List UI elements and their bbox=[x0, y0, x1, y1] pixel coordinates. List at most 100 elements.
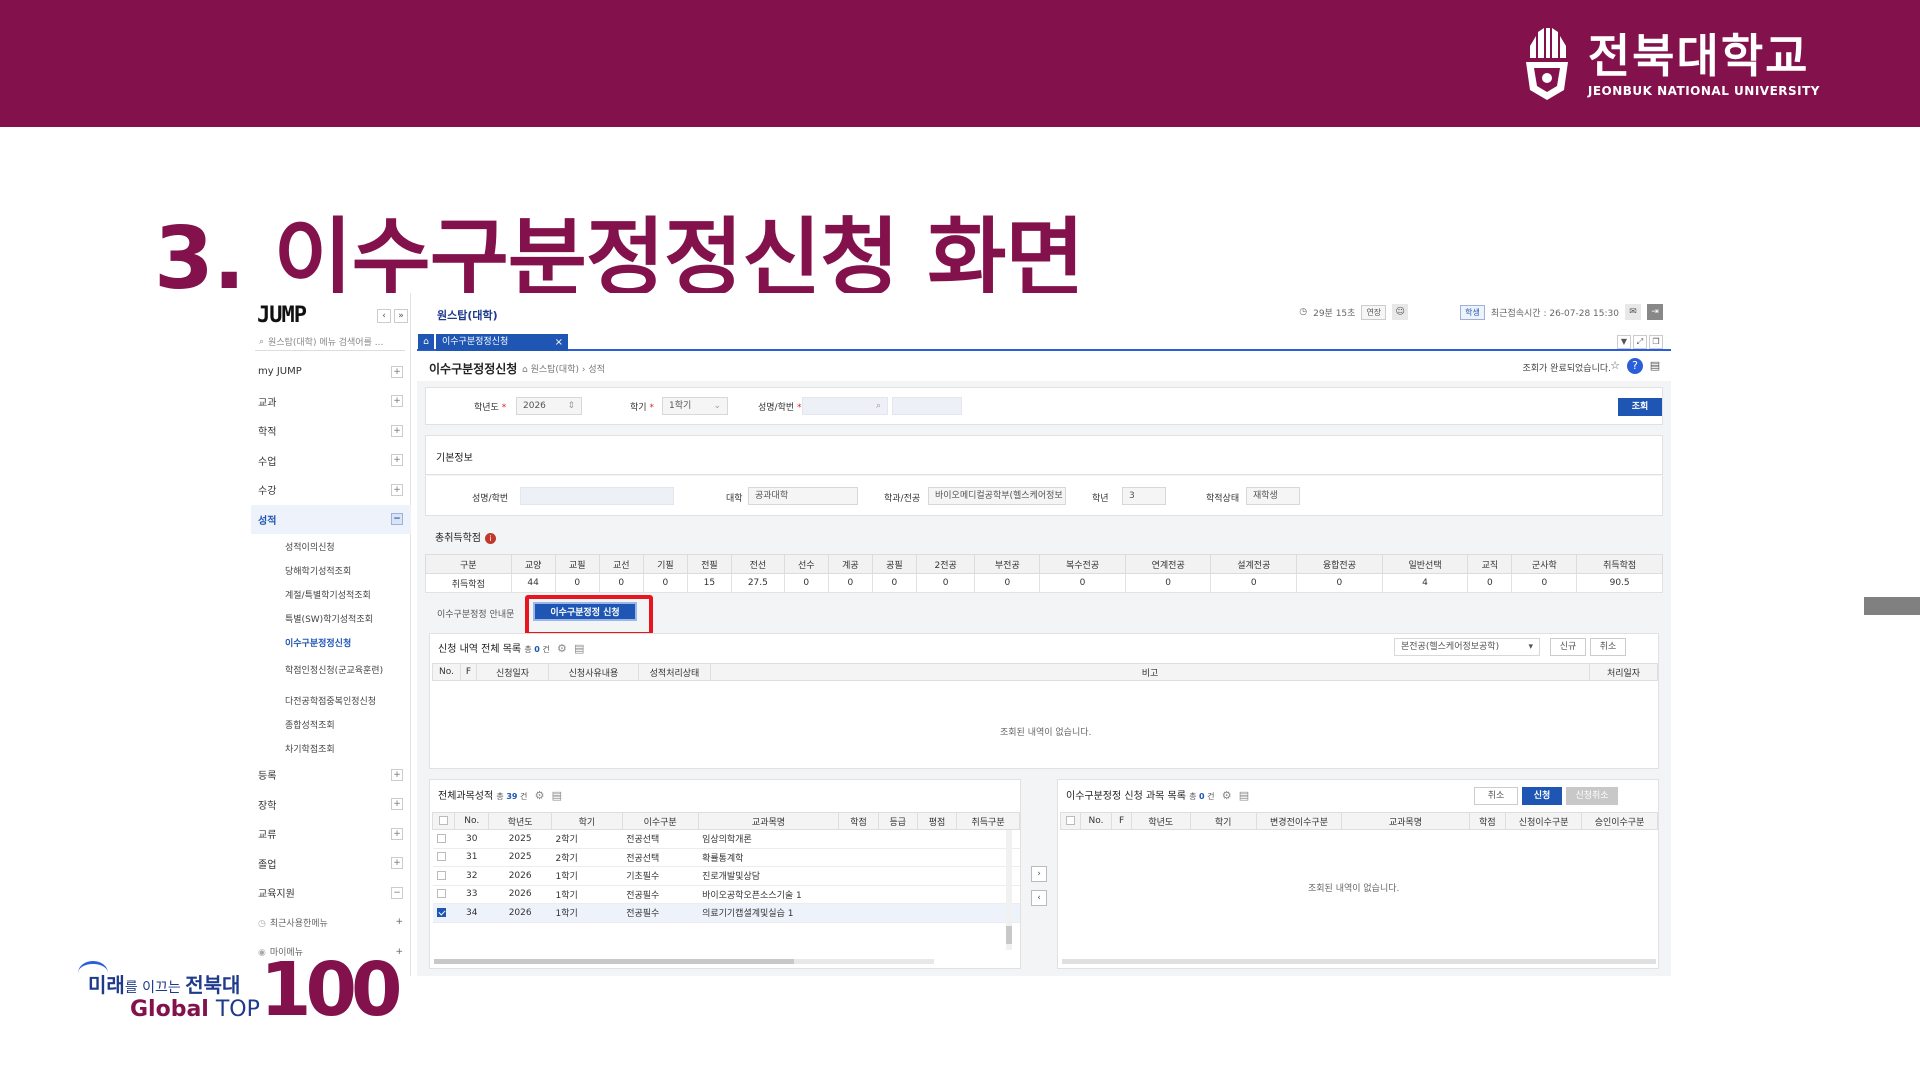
submenu-item[interactable]: 계절/특별학기성적조회 bbox=[251, 582, 411, 606]
checkbox[interactable] bbox=[1065, 816, 1075, 825]
year-input[interactable]: 2026 ⇕ bbox=[516, 397, 582, 415]
tab-current[interactable]: 이수구분정정신청 × bbox=[436, 334, 568, 351]
logout-icon[interactable]: ⇥ bbox=[1647, 304, 1663, 320]
sidebar-item-curriculum[interactable]: 교과 + bbox=[251, 387, 411, 417]
chevron-left-icon[interactable]: ‹ bbox=[377, 309, 391, 323]
sidebar-item-my-jump[interactable]: my JUMP + bbox=[251, 357, 411, 387]
scrollbar-thumb[interactable] bbox=[1006, 926, 1012, 944]
vertical-scrollbar[interactable] bbox=[1006, 830, 1012, 950]
sidebar-item-registration[interactable]: 등록 + bbox=[251, 760, 411, 790]
collapse-icon[interactable]: − bbox=[391, 513, 403, 526]
plus-icon[interactable]: + bbox=[395, 917, 403, 927]
menu-search[interactable]: ⌕ 원스탑(대학) 메뉴 검색어를 ... bbox=[255, 333, 405, 351]
cancel-button[interactable]: 취소 bbox=[1590, 638, 1626, 656]
menu-search-input[interactable]: 원스탑(대학) 메뉴 검색어를 ... bbox=[268, 335, 383, 348]
expand-icon[interactable]: + bbox=[391, 827, 403, 840]
sidebar-item-graduation[interactable]: 졸업 + bbox=[251, 849, 411, 879]
checkbox[interactable] bbox=[439, 816, 449, 825]
home-icon[interactable]: ⌂ bbox=[418, 334, 434, 350]
table-row[interactable]: 34 2026 1학기 전공필수 의료기기캡셜계및실습 1 bbox=[432, 903, 1020, 923]
expand-icon[interactable]: + bbox=[391, 768, 403, 781]
checkbox[interactable] bbox=[436, 889, 446, 899]
checkbox[interactable] bbox=[436, 852, 446, 862]
table-row[interactable]: 30 2025 2학기 전공선택 임상의학개론 bbox=[432, 829, 1020, 849]
message-icon[interactable]: ✉ bbox=[1625, 304, 1641, 320]
row-checkbox-cell[interactable] bbox=[432, 829, 455, 849]
submenu-item[interactable]: 종합성적조회 bbox=[251, 712, 411, 736]
sidebar-item-exchange[interactable]: 교류 + bbox=[251, 819, 411, 849]
submenu-item-current[interactable]: 이수구분정정신청 bbox=[251, 630, 411, 654]
gear-icon[interactable]: ⚙ bbox=[535, 789, 545, 802]
status-label: 학적상태 bbox=[1206, 494, 1240, 504]
star-icon[interactable]: ☆ bbox=[1607, 358, 1623, 374]
scrollbar-thumb[interactable] bbox=[434, 959, 794, 964]
sidebar-item-registry[interactable]: 학적 + bbox=[251, 416, 411, 446]
sidebar-item-class[interactable]: 수업 + bbox=[251, 446, 411, 476]
checkbox[interactable] bbox=[436, 833, 446, 843]
move-right-button[interactable]: › bbox=[1031, 866, 1047, 882]
expand-icon[interactable]: + bbox=[391, 454, 403, 467]
sidebar-item-grades[interactable]: 성적 − bbox=[251, 504, 411, 534]
help-icon[interactable]: ? bbox=[1627, 358, 1643, 374]
apply-cancel-button[interactable]: 취소 bbox=[1474, 787, 1518, 805]
term-value: 1학기 bbox=[669, 401, 692, 411]
student-name-input[interactable] bbox=[892, 397, 962, 415]
submenu-item[interactable]: 차기학점조회 bbox=[251, 736, 411, 760]
excel-icon[interactable]: ▤ bbox=[1239, 789, 1249, 802]
expand-icon[interactable]: + bbox=[391, 395, 403, 408]
stepper-icon[interactable]: ⇕ bbox=[567, 398, 575, 414]
table-row[interactable]: 33 2026 1학기 전공필수 바이오공학오픈소스기술 1 bbox=[432, 885, 1020, 904]
manual-icon[interactable]: ▤ bbox=[1647, 358, 1663, 374]
horizontal-scrollbar[interactable] bbox=[1062, 959, 1656, 964]
new-button[interactable]: 신규 bbox=[1550, 638, 1586, 656]
table-row[interactable]: 32 2026 1학기 기초필수 진로개발및상담 bbox=[432, 866, 1020, 886]
search-icon[interactable]: ⌕ bbox=[876, 398, 881, 414]
sidebar-item-enrollment[interactable]: 수강 + bbox=[251, 475, 411, 505]
select-all-checkbox[interactable] bbox=[1060, 812, 1081, 830]
major-select[interactable]: 본전공(헬스케어정보공학) ▾ bbox=[1394, 638, 1540, 656]
close-icon[interactable]: × bbox=[555, 334, 563, 351]
select-all-checkbox[interactable] bbox=[431, 812, 456, 830]
checkbox[interactable] bbox=[436, 907, 446, 917]
submenu-item[interactable]: 성적이의신청 bbox=[251, 534, 411, 558]
row-checkbox-cell[interactable] bbox=[432, 866, 455, 886]
dropdown-icon[interactable]: ▼ bbox=[1617, 335, 1631, 349]
expand-icon[interactable]: + bbox=[391, 857, 403, 870]
submenu-item[interactable]: 다전공학점중복인정신청 bbox=[251, 688, 411, 712]
excel-icon[interactable]: ▤ bbox=[574, 642, 584, 655]
expand-icon[interactable]: + bbox=[391, 365, 403, 378]
double-chevron-right-icon[interactable]: » bbox=[394, 309, 408, 323]
search-button[interactable]: 조회 bbox=[1618, 398, 1662, 416]
fullscreen-icon[interactable]: ⤢ bbox=[1633, 335, 1647, 349]
sidebar-item-scholarship[interactable]: 장학 + bbox=[251, 790, 411, 820]
window-icon[interactable]: ❐ bbox=[1649, 335, 1663, 349]
student-id-input[interactable]: ⌕ bbox=[802, 397, 888, 415]
row-checkbox-cell[interactable] bbox=[432, 903, 455, 923]
expand-icon[interactable]: + bbox=[391, 798, 403, 811]
gear-icon[interactable]: ⚙ bbox=[1222, 789, 1232, 802]
submenu-item[interactable]: 학점인정신청(군교육훈련) bbox=[251, 654, 411, 688]
user-icon[interactable]: ☺ bbox=[1392, 304, 1409, 320]
row-checkbox-cell[interactable] bbox=[432, 885, 455, 904]
info-icon[interactable]: i bbox=[485, 532, 496, 544]
collapse-icon[interactable]: − bbox=[391, 886, 403, 899]
withdraw-button[interactable]: 신청취소 bbox=[1566, 787, 1618, 805]
expand-icon[interactable]: + bbox=[391, 424, 403, 437]
sidebar-item-education-support[interactable]: 교육지원 − bbox=[251, 878, 411, 908]
tab-guide[interactable]: 이수구분정정 안내문 bbox=[437, 607, 514, 620]
checkbox[interactable] bbox=[436, 870, 446, 880]
extend-button[interactable]: 연장 bbox=[1361, 304, 1387, 320]
move-left-button[interactable]: ‹ bbox=[1031, 890, 1047, 906]
sidebar-item-recent[interactable]: ◷ 최근사용한메뉴 + bbox=[251, 908, 411, 938]
table-row[interactable]: 31 2025 2학기 전공선택 확률통계학 bbox=[432, 848, 1020, 867]
plus-icon[interactable]: + bbox=[395, 947, 403, 957]
horizontal-scrollbar[interactable] bbox=[434, 959, 934, 964]
row-checkbox-cell[interactable] bbox=[432, 848, 455, 867]
apply-button[interactable]: 신청 bbox=[1522, 787, 1562, 805]
excel-icon[interactable]: ▤ bbox=[552, 789, 562, 802]
submenu-item[interactable]: 당해학기성적조회 bbox=[251, 558, 411, 582]
term-select[interactable]: 1학기 ⌄ bbox=[662, 397, 728, 415]
submenu-item[interactable]: 특별(SW)학기성적조회 bbox=[251, 606, 411, 630]
expand-icon[interactable]: + bbox=[391, 483, 403, 496]
gear-icon[interactable]: ⚙ bbox=[557, 642, 567, 655]
